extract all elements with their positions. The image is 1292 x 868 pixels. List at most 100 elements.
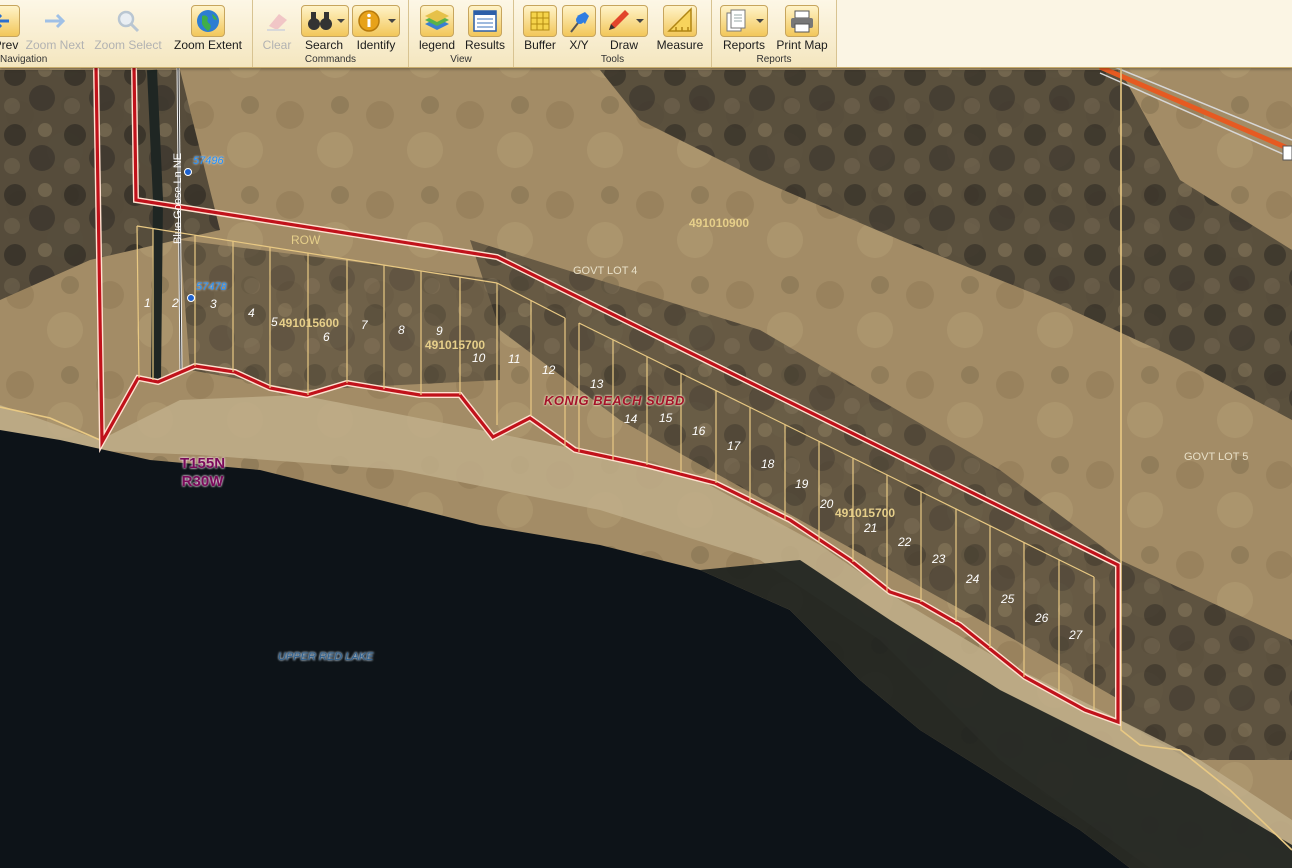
lot-number: 11 [508, 352, 521, 366]
lot-number: 10 [472, 351, 486, 365]
pencil-icon [600, 5, 648, 37]
measure-button[interactable]: Measure [652, 5, 708, 51]
legend-button[interactable]: legend [417, 5, 457, 51]
address-label[interactable]: 57478 [196, 281, 227, 293]
reports-group: Reports Print Map Reports [712, 0, 837, 67]
lot-number: 14 [624, 412, 638, 426]
row-label: ROW [291, 233, 321, 247]
map-canvas[interactable] [0, 0, 1292, 868]
parcel-number-label[interactable]: 491015700 [835, 506, 895, 520]
lot-number: 25 [1001, 592, 1015, 606]
township-label: T155N [180, 455, 226, 472]
tools-group: Buffer X/Y Draw Measure Tools [514, 0, 712, 67]
prev-icon [0, 5, 20, 37]
clear-button[interactable]: Clear [259, 5, 295, 51]
identify-label: Identify [356, 38, 396, 52]
parcel-number-label[interactable]: 491015600 [279, 316, 339, 330]
zoom-next-button[interactable]: Zoom Next [24, 5, 86, 51]
lot-number: 26 [1035, 611, 1049, 625]
identify-button[interactable]: Identify [352, 5, 400, 51]
print-map-button[interactable]: Print Map [774, 5, 830, 51]
lot-number: 3 [210, 297, 217, 311]
buffer-button[interactable]: Buffer [522, 5, 558, 51]
lot-number: 20 [820, 497, 834, 511]
lot-number: 5 [271, 315, 278, 329]
legend-label: legend [418, 38, 456, 52]
lot-number: 9 [436, 324, 443, 338]
search-button[interactable]: Search [301, 5, 349, 52]
zoom-next-label: Zoom Next [25, 38, 85, 52]
lake-label: UPPER RED LAKE [278, 651, 374, 663]
identify-icon [352, 5, 400, 37]
lot-number: 6 [323, 330, 330, 344]
lot-number: 19 [795, 477, 809, 491]
results-button[interactable]: Results [463, 5, 507, 51]
reports-icon [720, 5, 768, 37]
parcel-number-label[interactable]: 491015700 [425, 338, 485, 352]
lot-number: 22 [898, 535, 912, 549]
lot-number: 7 [361, 318, 368, 332]
view-group-title: View [450, 54, 472, 65]
govt-lot-5-label: GOVT LOT 5 [1184, 451, 1249, 463]
range-label: R30W [181, 473, 224, 490]
zoom-extent-button[interactable]: Zoom Extent [170, 5, 246, 51]
lot-number: 21 [864, 521, 878, 535]
zoom-extent-label: Zoom Extent [173, 38, 243, 52]
lot-number: 15 [659, 411, 673, 425]
view-group: legend Results View [409, 0, 514, 67]
lot-number: 8 [398, 323, 405, 337]
govt-lot-4-label: GOVT LOT 4 [573, 265, 638, 277]
eraser-icon [260, 5, 294, 37]
toolbar: Prev Zoom Next Zoom Select Zoom Extent N… [0, 0, 1292, 68]
subdivision-label: KONIG BEACH SUBD [544, 393, 685, 408]
lot-number: 12 [542, 363, 556, 377]
lot-number: 16 [692, 424, 706, 438]
print-map-label: Print Map [776, 38, 828, 52]
lot-number: 23 [932, 552, 946, 566]
lot-number: 4 [248, 306, 255, 320]
xy-label: X/Y [569, 38, 589, 52]
township-range-label: T155N R30W [180, 455, 225, 491]
lot-number: 13 [590, 377, 604, 391]
layers-icon [420, 5, 454, 37]
zoom-select-button[interactable]: Zoom Select [94, 5, 162, 51]
road-label: Blue Goose Ln NE [172, 152, 184, 244]
navigation-group: Prev Zoom Next Zoom Select Zoom Extent N… [0, 0, 253, 67]
prev-button[interactable]: Prev [0, 5, 20, 52]
measure-label: Measure [656, 38, 704, 52]
binoculars-icon [301, 5, 349, 37]
measure-icon [663, 5, 697, 37]
parcel-number-label[interactable]: 491010900 [689, 216, 749, 230]
commands-group: Clear Search Identify Commands [253, 0, 409, 67]
reports-label: Reports [722, 38, 766, 52]
printer-icon [785, 5, 819, 37]
buffer-icon [523, 5, 557, 37]
draw-button[interactable]: Draw [600, 5, 648, 51]
results-icon [468, 5, 502, 37]
pushpin-icon [562, 5, 596, 37]
toolbar-empty-area [836, 0, 1292, 67]
results-label: Results [464, 38, 505, 52]
xy-button[interactable]: X/Y [562, 5, 596, 51]
reports-button[interactable]: Reports [718, 5, 770, 51]
zoom-next-icon [38, 5, 72, 37]
tools-group-title: Tools [600, 54, 625, 65]
address-point[interactable] [184, 168, 192, 176]
search-label: Search [304, 38, 344, 52]
zoom-select-icon [111, 5, 145, 37]
commands-group-title: Commands [304, 54, 357, 65]
lot-number: 24 [966, 572, 980, 586]
lot-number: 1 [144, 296, 151, 310]
globe-icon [191, 5, 225, 37]
zoom-select-label: Zoom Select [94, 38, 162, 52]
draw-label: Draw [609, 38, 638, 52]
clear-label: Clear [262, 38, 292, 52]
address-point[interactable] [187, 294, 195, 302]
lot-number: 17 [727, 439, 741, 453]
lot-number: 27 [1069, 628, 1083, 642]
lot-number: 2 [172, 296, 179, 310]
reports-group-title: Reports [756, 54, 792, 65]
address-label[interactable]: 57496 [193, 155, 224, 167]
navigation-group-title: Navigation [0, 54, 48, 65]
lot-number: 18 [761, 457, 775, 471]
